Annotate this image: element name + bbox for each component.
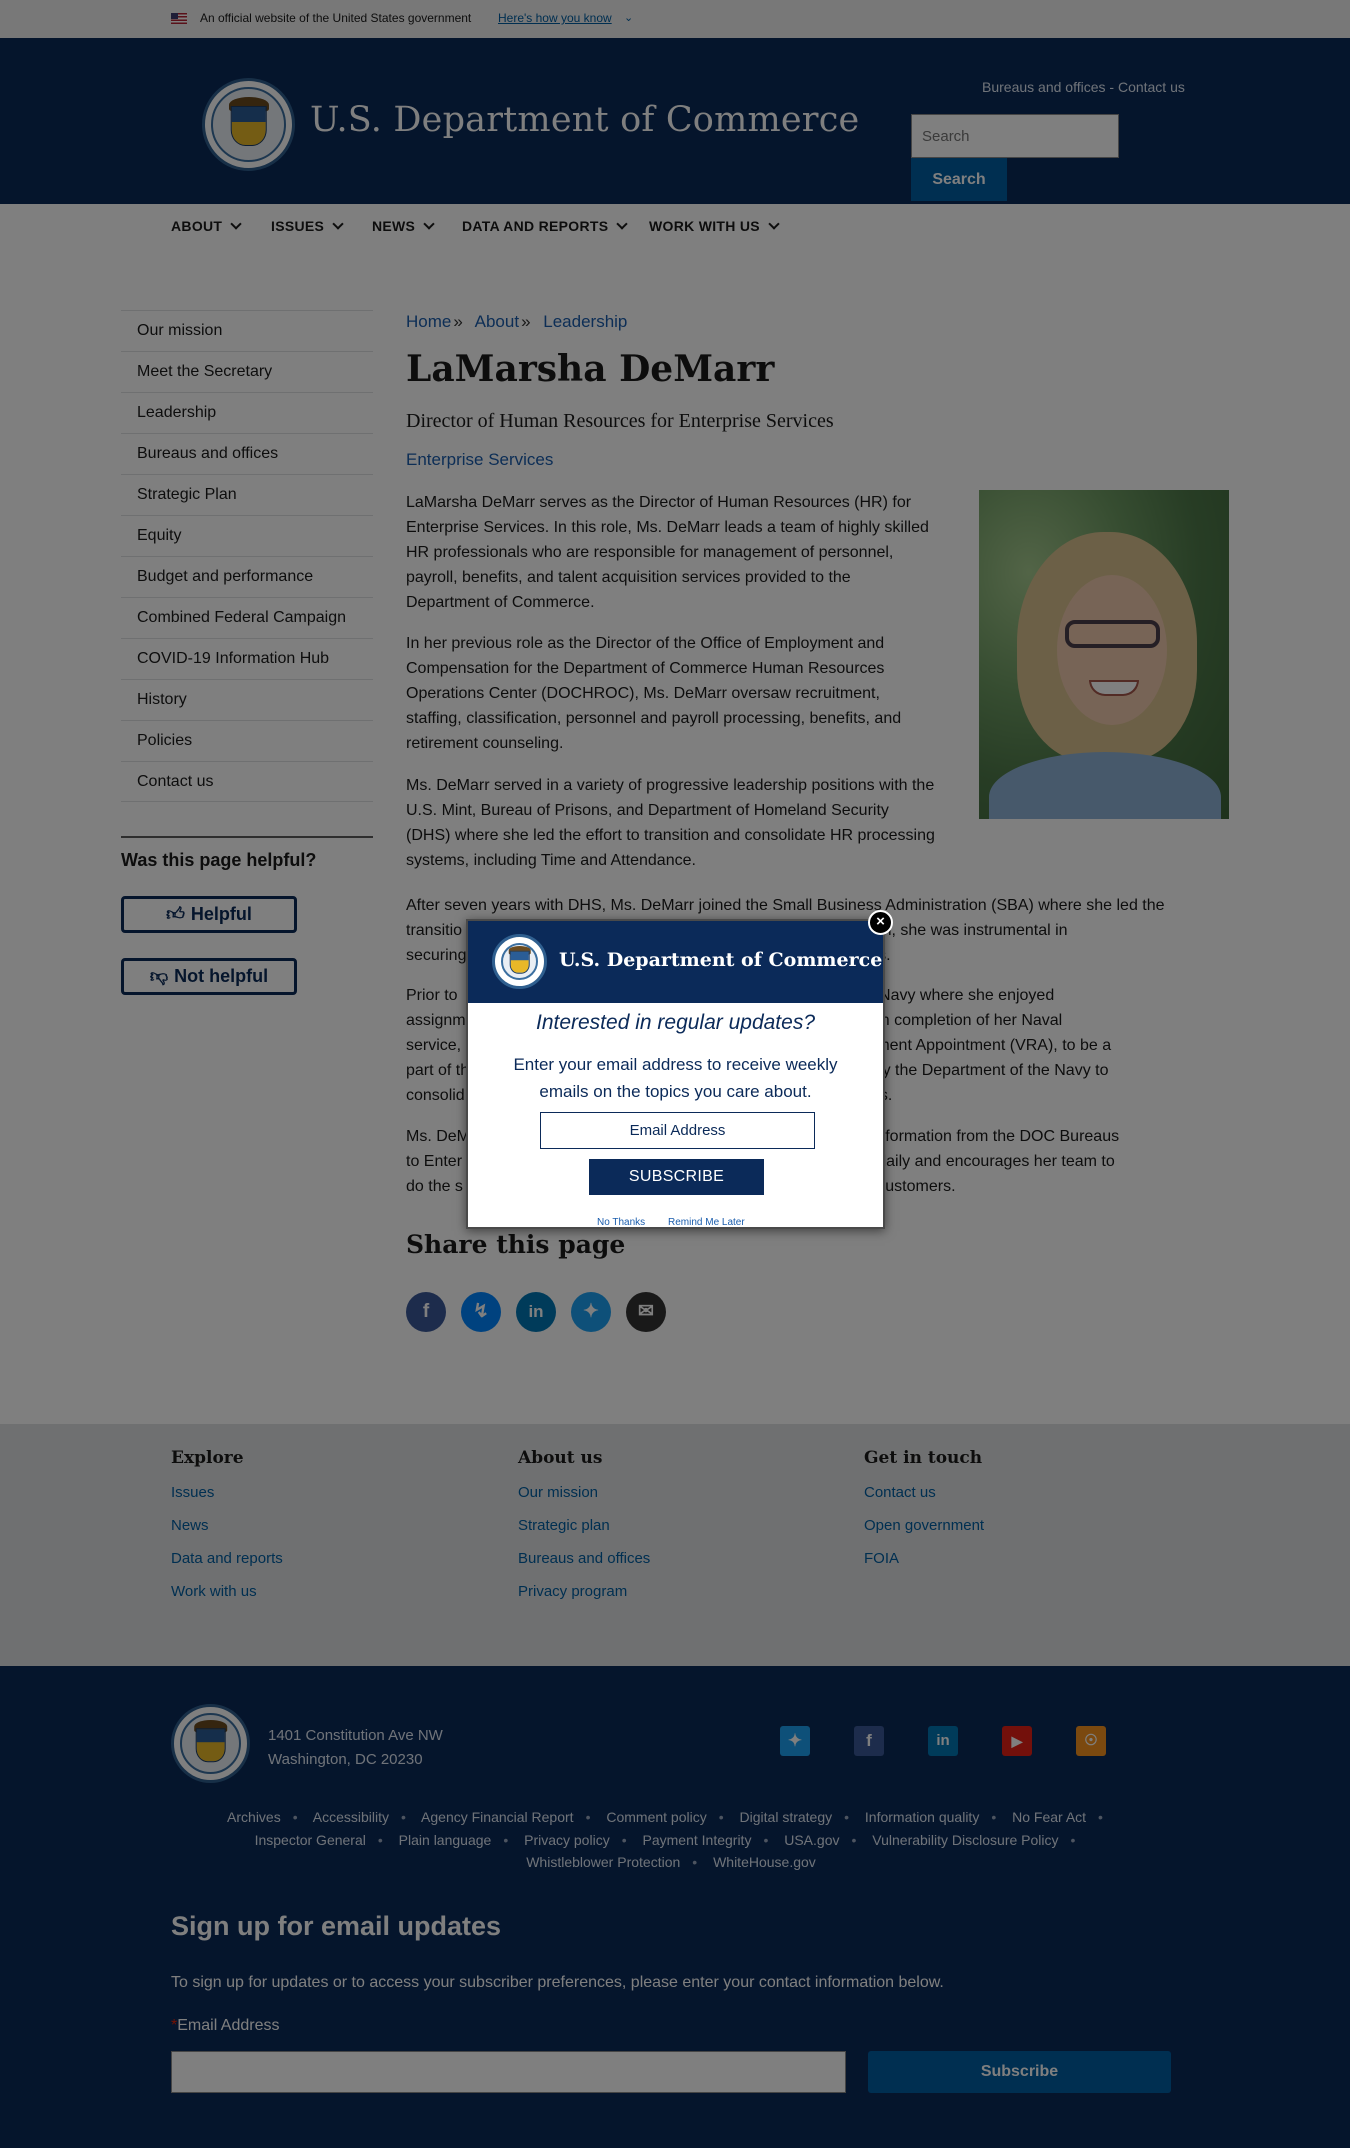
remind-later-link[interactable]: Remind Me Later (668, 1217, 745, 1228)
modal-question: Interested in regular updates? (535, 1011, 816, 1034)
modal-subscribe-button[interactable]: SUBSCRIBE (589, 1159, 764, 1195)
modal-header: U.S. Department of Commerce (468, 921, 883, 1003)
no-thanks-link[interactable]: No Thanks (597, 1217, 645, 1228)
modal-description: Enter your email address to receive week… (513, 1055, 838, 1101)
commerce-seal-logo (492, 934, 547, 989)
modal-title: U.S. Department of Commerce (559, 949, 883, 971)
modal-email-input[interactable]: Email Address (540, 1112, 815, 1149)
close-icon[interactable]: × (868, 910, 893, 935)
email-signup-modal: U.S. Department of Commerce Interested i… (466, 919, 885, 1229)
